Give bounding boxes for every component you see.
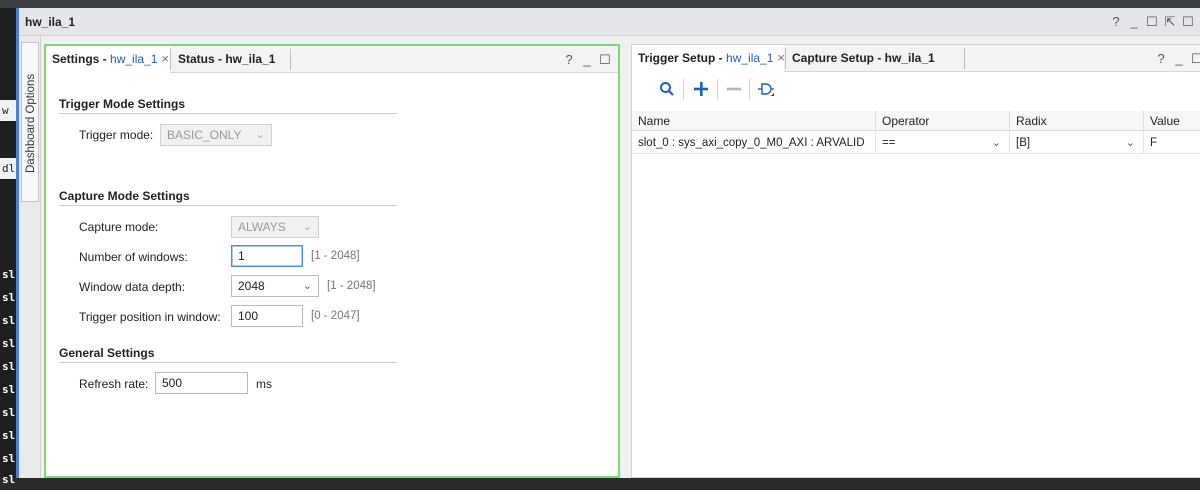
maximize-icon[interactable]: ☐ (1145, 14, 1159, 30)
background-cell: sl (2, 337, 16, 350)
column-header-value[interactable]: Value (1144, 111, 1200, 131)
radix-select[interactable]: [B] ⌄ (1010, 132, 1144, 154)
capture-mode-heading: Capture Mode Settings (59, 189, 190, 203)
tab-trigger-setup-name: hw_ila_1 (726, 51, 774, 65)
window-title: hw_ila_1 (25, 15, 76, 29)
window-titlebar[interactable]: hw_ila_1 ? _ ☐ ⇱ ☐ (19, 8, 1200, 36)
background-cell: sl (2, 406, 16, 419)
search-icon[interactable] (656, 78, 678, 100)
help-icon[interactable]: ? (1154, 51, 1168, 66)
trigger-mode-select: BASIC_ONLY ⌄ (160, 124, 272, 146)
settings-tabbar: Settings - hw_ila_1 × Status - hw_ila_1 ?… (46, 46, 618, 73)
operator-value: == (882, 137, 896, 149)
chevron-down-icon: ⌄ (1125, 137, 1135, 149)
toolbar-divider (683, 79, 684, 99)
background-cell: sl (2, 314, 16, 327)
background-console: w dle sl sl sl sl sl sl sl sl sl sl (0, 8, 22, 486)
toolbar-divider (749, 79, 750, 99)
background-toolbar-strip (0, 0, 1200, 8)
refresh-rate-unit: ms (256, 377, 272, 391)
window-depth-select[interactable]: 2048 ⌄ (231, 275, 319, 297)
chevron-down-icon: ⌄ (302, 280, 312, 292)
tab-status[interactable]: Status - hw_ila_1 (172, 46, 290, 73)
background-cell: sl (2, 360, 16, 373)
ila-window: hw_ila_1 ? _ ☐ ⇱ ☐ Dashboard Options Set… (16, 8, 1200, 478)
toolbar-divider (717, 79, 718, 99)
help-icon[interactable]: ? (562, 52, 576, 67)
tab-settings[interactable]: Settings - hw_ila_1 × (46, 46, 170, 73)
table-cell-value[interactable]: F (1144, 132, 1200, 154)
window-depth-value: 2048 (238, 279, 265, 293)
dashboard-options-tab[interactable]: Dashboard Options (21, 42, 39, 202)
number-of-windows-input[interactable]: 1 (231, 245, 303, 267)
plus-icon[interactable] (690, 78, 712, 100)
column-header-operator[interactable]: Operator (876, 111, 1010, 131)
minus-icon (723, 78, 745, 100)
tab-divider (290, 49, 291, 70)
background-cell: sl (2, 291, 16, 304)
capture-mode-select: ALWAYS ⌄ (231, 216, 319, 238)
trigger-mode-label: Trigger mode: (79, 128, 154, 142)
chevron-down-icon: ⌄ (255, 129, 265, 141)
background-cell: dle (0, 158, 22, 179)
background-cell: sl (2, 452, 16, 465)
section-divider (59, 362, 397, 363)
tab-status-label: Status - hw_ila_1 (178, 52, 276, 66)
maximize-icon[interactable]: ☐ (598, 52, 612, 68)
trigger-position-input[interactable]: 100 (231, 305, 303, 327)
number-of-windows-label: Number of windows: (79, 250, 188, 264)
trigger-setup-panel: Trigger Setup - hw_ila_1 × Capture Setup … (631, 44, 1200, 478)
trigger-mode-value: BASIC_ONLY (167, 128, 242, 142)
maximize-icon[interactable]: ☐ (1190, 51, 1200, 67)
capture-mode-value: ALWAYS (238, 220, 286, 234)
tab-trigger-setup-prefix: Trigger Setup - (638, 51, 727, 65)
close-icon[interactable]: × (161, 51, 169, 66)
restore-icon[interactable]: ☐ (1181, 14, 1195, 30)
background-cell: sl (2, 383, 16, 396)
chevron-down-icon: ⌄ (991, 137, 1001, 149)
background-cell: w (0, 100, 16, 121)
background-cell: sl (2, 473, 16, 486)
tab-capture-setup-label: Capture Setup - hw_ila_1 (792, 51, 935, 65)
window-depth-range: [1 - 2048] (327, 280, 376, 292)
minimize-icon[interactable]: _ (1127, 14, 1141, 29)
section-divider (59, 113, 397, 114)
column-header-radix[interactable]: Radix (1010, 111, 1144, 131)
tab-capture-setup[interactable]: Capture Setup - hw_ila_1 (786, 45, 942, 72)
general-settings-heading: General Settings (59, 346, 155, 360)
background-cell: sl (2, 429, 16, 442)
tab-settings-prefix: Settings - (52, 52, 111, 66)
background-cell: sl (2, 268, 16, 281)
tab-divider (170, 49, 171, 70)
trigger-setup-tabbar: Trigger Setup - hw_ila_1 × Capture Setup … (632, 45, 1200, 72)
refresh-rate-input[interactable]: 500 (155, 372, 248, 394)
refresh-rate-label: Refresh rate: (79, 377, 149, 391)
trigger-position-label: Trigger position in window: (79, 310, 221, 324)
capture-mode-label: Capture mode: (79, 220, 159, 234)
tab-settings-name: hw_ila_1 (110, 52, 158, 66)
minimize-icon[interactable]: _ (580, 52, 594, 67)
operator-select[interactable]: == ⌄ (876, 132, 1010, 154)
trigger-mode-heading: Trigger Mode Settings (59, 97, 186, 111)
section-divider (59, 205, 397, 206)
trigger-position-range: [0 - 2047] (311, 310, 360, 322)
chevron-down-icon: ⌄ (302, 221, 312, 233)
dashboard-options-label: Dashboard Options (25, 73, 37, 173)
logic-gate-icon[interactable] (755, 78, 777, 100)
settings-panel: Settings - hw_ila_1 × Status - hw_ila_1 ?… (44, 44, 620, 478)
number-of-windows-range: [1 - 2048] (311, 250, 360, 262)
minimize-icon[interactable]: _ (1172, 51, 1186, 66)
radix-value: [B] (1016, 137, 1031, 149)
window-depth-label: Window data depth: (79, 280, 186, 294)
help-icon[interactable]: ? (1109, 14, 1123, 29)
tab-trigger-setup[interactable]: Trigger Setup - hw_ila_1 × (632, 45, 785, 72)
table-cell-name[interactable]: slot_0 : sys_axi_copy_0_M0_AXI : ARVALID (632, 132, 876, 154)
tab-divider (964, 48, 965, 69)
close-icon[interactable]: × (777, 50, 785, 65)
column-header-name[interactable]: Name (632, 111, 876, 131)
float-icon[interactable]: ⇱ (1163, 14, 1177, 30)
